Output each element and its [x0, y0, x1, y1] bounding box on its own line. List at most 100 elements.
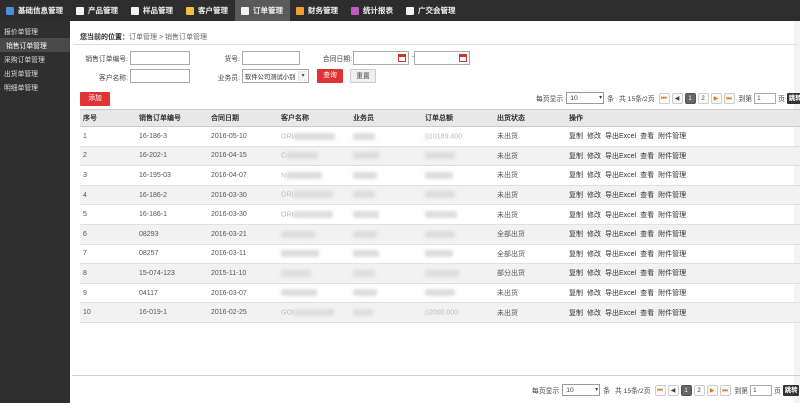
per-page-select[interactable]: 10 ▾ [566, 92, 605, 104]
copy-link[interactable]: 复制 [569, 192, 583, 199]
cargo-no-input[interactable] [242, 51, 300, 65]
go-button[interactable]: 跳转 [782, 384, 800, 396]
query-button[interactable]: 查询 [317, 69, 343, 83]
prev-page-button[interactable]: ◀ [667, 384, 679, 396]
attachment-link[interactable]: 附件管理 [658, 310, 686, 317]
export-excel-link[interactable]: 导出Excel [605, 231, 636, 238]
copy-link[interactable]: 复制 [569, 290, 583, 297]
copy-link[interactable]: 复制 [569, 133, 583, 140]
view-link[interactable]: 查看 [640, 270, 654, 277]
view-link[interactable]: 查看 [640, 251, 654, 258]
sidebar-item[interactable]: 出货单管理 [0, 66, 70, 80]
row-no: 5 [80, 204, 136, 225]
view-link[interactable]: 查看 [640, 310, 654, 317]
calendar-icon[interactable] [459, 54, 467, 62]
export-excel-link[interactable]: 导出Excel [605, 133, 636, 140]
attachment-link[interactable]: 附件管理 [658, 251, 686, 258]
attachment-link[interactable]: 附件管理 [658, 133, 686, 140]
next-page-button[interactable]: ▶ [706, 384, 718, 396]
status-badge: 未出货 [494, 204, 566, 225]
go-button[interactable]: 跳转 [786, 92, 800, 104]
sidebar-item[interactable]: 销售订单管理 [0, 38, 70, 52]
edit-link[interactable]: 修改 [587, 153, 601, 160]
view-link[interactable]: 查看 [640, 212, 654, 219]
row-order-no: 08293 [136, 224, 208, 245]
attachment-link[interactable]: 附件管理 [658, 290, 686, 297]
page-1-button[interactable]: 1 [680, 384, 692, 396]
add-button[interactable]: 添加 [80, 92, 110, 106]
view-link[interactable]: 查看 [640, 133, 654, 140]
nav-item[interactable]: 样品管理 [125, 0, 180, 21]
edit-link[interactable]: 修改 [587, 133, 601, 140]
per-page-select[interactable]: 10 ▾ [562, 384, 601, 396]
export-excel-link[interactable]: 导出Excel [605, 192, 636, 199]
first-page-button[interactable]: ⏮ [658, 92, 670, 104]
copy-link[interactable]: 复制 [569, 310, 583, 317]
first-page-button[interactable]: ⏮ [654, 384, 666, 396]
copy-link[interactable]: 复制 [569, 231, 583, 238]
nav-item[interactable]: 产品管理 [70, 0, 125, 21]
copy-link[interactable]: 复制 [569, 153, 583, 160]
view-link[interactable]: 查看 [640, 172, 654, 179]
sidebar-item[interactable]: 报价单管理 [0, 24, 70, 38]
nav-item[interactable]: 订单管理 [235, 0, 290, 21]
edit-link[interactable]: 修改 [587, 310, 601, 317]
attachment-link[interactable]: 附件管理 [658, 231, 686, 238]
attachment-link[interactable]: 附件管理 [658, 153, 686, 160]
nav-item[interactable]: 广交会管理 [400, 0, 463, 21]
nav-item[interactable]: 基础信息管理 [0, 0, 70, 21]
breadcrumb: 您当前的位置：订单管理 > 销售订单管理 [80, 32, 207, 42]
redacted-block [425, 191, 455, 199]
order-no-input[interactable] [130, 51, 190, 65]
row-actions: 复制 修改 导出Excel 查看 附件管理 [566, 302, 800, 323]
divider [72, 375, 800, 376]
attachment-link[interactable]: 附件管理 [658, 270, 686, 277]
export-excel-link[interactable]: 导出Excel [605, 212, 636, 219]
export-excel-link[interactable]: 导出Excel [605, 172, 636, 179]
nav-item[interactable]: 客户管理 [180, 0, 235, 21]
goto-page-input[interactable]: 1 [750, 384, 773, 396]
salesman-select[interactable]: 软件公司测试小别 ▾ [242, 69, 309, 83]
customer-input[interactable] [130, 69, 190, 83]
goto-page-input[interactable]: 1 [754, 92, 777, 104]
prev-page-button[interactable]: ◀ [671, 92, 683, 104]
calendar-icon[interactable] [398, 54, 406, 62]
view-link[interactable]: 查看 [640, 231, 654, 238]
export-excel-link[interactable]: 导出Excel [605, 310, 636, 317]
edit-link[interactable]: 修改 [587, 192, 601, 199]
row-no: 6 [80, 224, 136, 245]
sidebar-item[interactable]: 明细单管理 [0, 80, 70, 94]
export-excel-link[interactable]: 导出Excel [605, 251, 636, 258]
edit-link[interactable]: 修改 [587, 172, 601, 179]
nav-item[interactable]: 财务管理 [290, 0, 345, 21]
copy-link[interactable]: 复制 [569, 172, 583, 179]
contract-date-end-input[interactable] [414, 51, 470, 65]
attachment-link[interactable]: 附件管理 [658, 212, 686, 219]
edit-link[interactable]: 修改 [587, 231, 601, 238]
last-page-button[interactable]: ⏭ [723, 92, 735, 104]
export-excel-link[interactable]: 导出Excel [605, 153, 636, 160]
nav-item[interactable]: 统计报表 [345, 0, 400, 21]
page-2-button[interactable]: 2 [693, 384, 705, 396]
edit-link[interactable]: 修改 [587, 212, 601, 219]
edit-link[interactable]: 修改 [587, 290, 601, 297]
view-link[interactable]: 查看 [640, 192, 654, 199]
reset-button[interactable]: 重置 [350, 69, 376, 83]
view-link[interactable]: 查看 [640, 153, 654, 160]
edit-link[interactable]: 修改 [587, 270, 601, 277]
contract-date-start-input[interactable] [353, 51, 409, 65]
view-link[interactable]: 查看 [640, 290, 654, 297]
attachment-link[interactable]: 附件管理 [658, 192, 686, 199]
attachment-link[interactable]: 附件管理 [658, 172, 686, 179]
edit-link[interactable]: 修改 [587, 251, 601, 258]
sidebar-item[interactable]: 采购订单管理 [0, 52, 70, 66]
next-page-button[interactable]: ▶ [710, 92, 722, 104]
page-2-button[interactable]: 2 [697, 92, 709, 104]
copy-link[interactable]: 复制 [569, 251, 583, 258]
export-excel-link[interactable]: 导出Excel [605, 270, 636, 277]
page-1-button[interactable]: 1 [684, 92, 696, 104]
copy-link[interactable]: 复制 [569, 212, 583, 219]
export-excel-link[interactable]: 导出Excel [605, 290, 636, 297]
last-page-button[interactable]: ⏭ [719, 384, 731, 396]
copy-link[interactable]: 复制 [569, 270, 583, 277]
